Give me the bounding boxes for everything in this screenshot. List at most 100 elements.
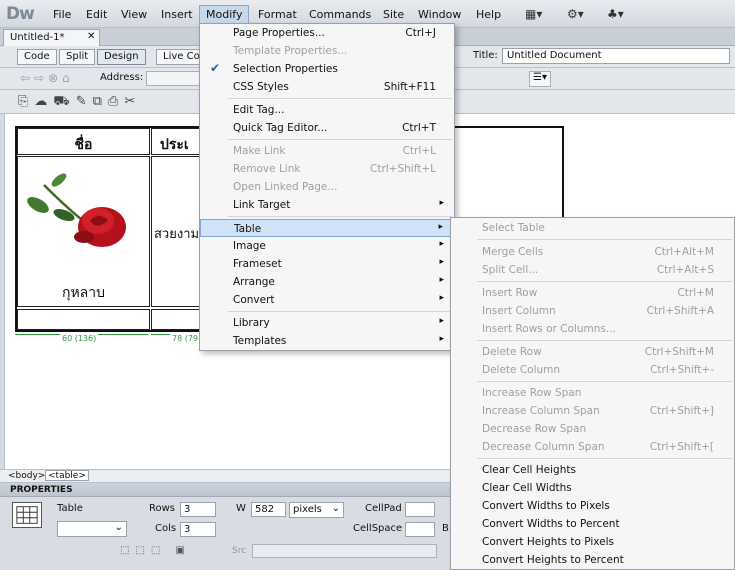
menu-edit[interactable]: Edit <box>86 8 107 21</box>
menu-item-split-cell[interactable]: Split Cell... Ctrl+Alt+S <box>451 261 734 279</box>
menu-item-remove-link[interactable]: Remove Link Ctrl+Shift+L <box>200 160 454 178</box>
menu-item-css-styles[interactable]: CSS Styles Shift+F11 <box>200 78 454 96</box>
table-format-icons[interactable]: ⬚⬚⬚ ▣ <box>120 545 191 556</box>
menu-item-insert-column[interactable]: Insert Column Ctrl+Shift+A <box>451 302 734 320</box>
menu-separator <box>228 139 452 140</box>
menu-item-decrease-row-span[interactable]: Decrease Row Span <box>451 420 734 438</box>
options-icon[interactable]: ☰▾ <box>529 71 551 87</box>
table-cell-description[interactable]: สวยงาม <box>151 156 201 307</box>
menu-modify[interactable]: Modify <box>199 5 250 24</box>
menu-item-convert-widths-percent[interactable]: Convert Widths to Percent <box>451 515 734 533</box>
layout-icon[interactable]: ▦▾ <box>525 7 542 21</box>
submenu-arrow-icon: ▸ <box>439 257 444 267</box>
menu-item-insert-row[interactable]: Insert Row Ctrl+M <box>451 284 734 302</box>
menu-item-increase-row-span[interactable]: Increase Row Span <box>451 384 734 402</box>
menu-item-delete-column[interactable]: Delete Column Ctrl+Shift+- <box>451 361 734 379</box>
menu-item-page-properties[interactable]: Page Properties... Ctrl+J <box>200 24 454 42</box>
cellpad-label: CellPad <box>365 503 402 514</box>
rows-input[interactable]: 3 <box>180 502 216 517</box>
menu-separator <box>477 458 732 459</box>
submenu-arrow-icon: ▸ <box>439 316 444 326</box>
modify-menu: Page Properties... Ctrl+J Template Proper… <box>199 23 455 351</box>
menu-item-quick-tag-editor[interactable]: Quick Tag Editor... Ctrl+T <box>200 119 454 137</box>
nav-arrows-icon[interactable]: ⇦⇨⊗⌂ <box>20 71 74 85</box>
menu-insert[interactable]: Insert <box>161 8 193 21</box>
menu-separator <box>477 340 732 341</box>
insert-tools-icon[interactable]: ⎘☁⛟✎⧉⎙✂ <box>18 94 141 111</box>
menu-separator <box>477 281 732 282</box>
submenu-arrow-icon: ▸ <box>439 293 444 303</box>
menu-item-make-link[interactable]: Make Link Ctrl+L <box>200 142 454 160</box>
address-input[interactable] <box>146 71 206 86</box>
menu-item-open-linked-page[interactable]: Open Linked Page... <box>200 178 454 196</box>
cellspace-input[interactable] <box>405 522 435 537</box>
menu-item-insert-rows-columns[interactable]: Insert Rows or Columns... <box>451 320 734 338</box>
menu-item-link-target[interactable]: Link Target ▸ <box>200 196 454 214</box>
table-cell-empty[interactable] <box>151 309 201 330</box>
column-width-label: 78 (79 <box>170 334 201 343</box>
cellpad-input[interactable] <box>405 502 435 517</box>
menu-file[interactable]: File <box>53 8 71 21</box>
menu-item-clear-cell-widths[interactable]: Clear Cell Widths <box>451 479 734 497</box>
menu-item-table[interactable]: Table ▸ <box>200 219 454 237</box>
border-label: B <box>442 523 449 534</box>
menu-item-template-properties[interactable]: Template Properties... <box>200 42 454 60</box>
document-tab[interactable]: Untitled-1* <box>3 29 100 46</box>
width-label: W <box>236 503 246 514</box>
width-unit-select[interactable]: pixels ⌄ <box>289 502 344 518</box>
menu-separator <box>228 216 452 217</box>
menu-item-delete-row[interactable]: Delete Row Ctrl+Shift+M <box>451 343 734 361</box>
menu-item-selection-properties[interactable]: ✔ Selection Properties <box>200 60 454 78</box>
table-id-select[interactable]: ⌄ <box>57 521 127 537</box>
menu-format[interactable]: Format <box>258 8 297 21</box>
table-header-name[interactable]: ชื่อ <box>17 128 150 155</box>
site-icon[interactable]: ♣▾ <box>607 7 624 21</box>
code-view-button[interactable]: Code <box>17 49 57 65</box>
tag-table[interactable]: <table> <box>45 470 89 481</box>
menu-item-templates[interactable]: Templates ▸ <box>200 332 454 350</box>
split-view-button[interactable]: Split <box>59 49 96 65</box>
gear-icon[interactable]: ⚙▾ <box>567 7 584 21</box>
menu-item-clear-cell-heights[interactable]: Clear Cell Heights <box>451 461 734 479</box>
menu-item-convert-heights-percent[interactable]: Convert Heights to Percent <box>451 551 734 569</box>
menu-item-increase-column-span[interactable]: Increase Column Span Ctrl+Shift+] <box>451 402 734 420</box>
rose-image[interactable] <box>24 165 142 260</box>
menu-commands[interactable]: Commands <box>309 8 371 21</box>
cols-input[interactable]: 3 <box>180 522 216 537</box>
menu-item-arrange[interactable]: Arrange ▸ <box>200 273 454 291</box>
width-input[interactable]: 582 <box>251 502 286 517</box>
table-cell-empty[interactable] <box>17 309 150 330</box>
cols-label: Cols <box>155 523 177 534</box>
table-icon <box>12 502 42 528</box>
menu-item-decrease-column-span[interactable]: Decrease Column Span Ctrl+Shift+[ <box>451 438 734 456</box>
design-view-button[interactable]: Design <box>97 49 146 65</box>
src-label: Src <box>232 546 247 556</box>
menu-item-library[interactable]: Library ▸ <box>200 314 454 332</box>
submenu-arrow-icon: ▸ <box>438 222 443 232</box>
menu-item-convert[interactable]: Convert ▸ <box>200 291 454 309</box>
menu-view[interactable]: View <box>121 8 147 21</box>
menu-separator <box>477 381 732 382</box>
flower-name: กุหลาบ <box>61 285 106 301</box>
src-input[interactable] <box>252 544 437 558</box>
menu-item-edit-tag[interactable]: Edit Tag... <box>200 101 454 119</box>
menu-separator <box>477 239 732 240</box>
close-icon[interactable]: ✕ <box>87 31 95 42</box>
table-header-detail[interactable]: ประเ <box>151 128 201 155</box>
menu-item-frameset[interactable]: Frameset ▸ <box>200 255 454 273</box>
rows-label: Rows <box>149 503 176 514</box>
menu-window[interactable]: Window <box>418 8 461 21</box>
title-input[interactable]: Untitled Document <box>502 48 730 64</box>
menu-item-convert-widths-pixels[interactable]: Convert Widths to Pixels <box>451 497 734 515</box>
menu-item-merge-cells[interactable]: Merge Cells Ctrl+Alt+M <box>451 243 734 261</box>
menu-help[interactable]: Help <box>476 8 501 21</box>
tag-body[interactable]: <body> <box>5 470 48 481</box>
table-submenu: Select Table Merge Cells Ctrl+Alt+M Split… <box>450 217 735 570</box>
menu-item-select-table[interactable]: Select Table <box>451 219 734 237</box>
menu-item-image[interactable]: Image ▸ <box>200 237 454 255</box>
menu-site[interactable]: Site <box>383 8 404 21</box>
menu-separator <box>228 98 452 99</box>
dreamweaver-logo: Dw <box>6 4 35 24</box>
submenu-arrow-icon: ▸ <box>439 334 444 344</box>
menu-item-convert-heights-pixels[interactable]: Convert Heights to Pixels <box>451 533 734 551</box>
